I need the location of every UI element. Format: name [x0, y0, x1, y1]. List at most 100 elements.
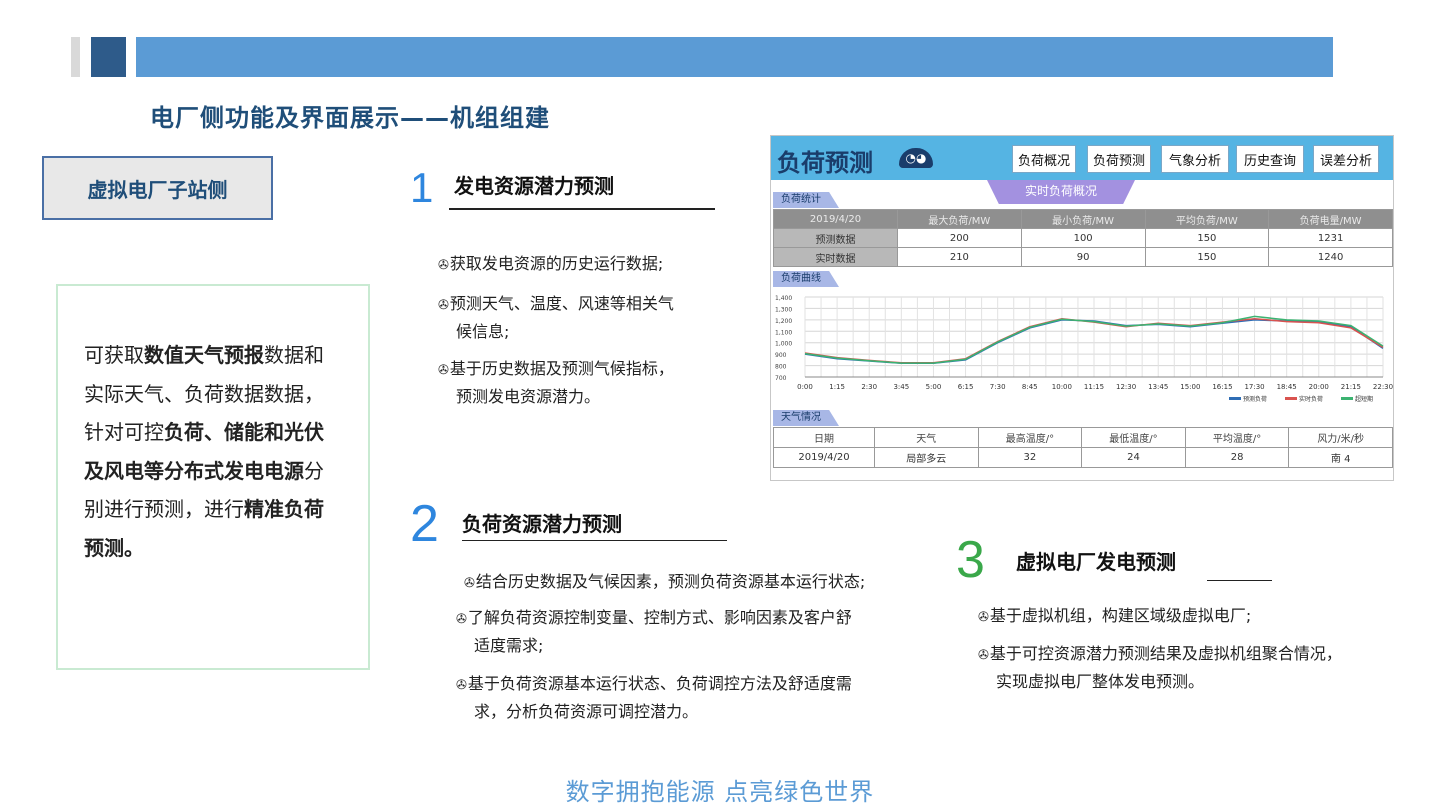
bullet-icon: ✇	[438, 298, 449, 313]
section-1-bullet-1: ✇获取发电资源的历史运行数据;	[438, 251, 728, 279]
tab-weather-analysis[interactable]: 气象分析	[1161, 145, 1229, 173]
screenshot-header: 负荷预测 ◔◕ 负荷概况 负荷预测 气象分析 历史查询 误差分析	[771, 136, 1393, 180]
section-3-bullet-1: ✇基于虚拟机组，构建区域级虚拟电厂;	[978, 603, 1418, 631]
x-tick-label: 15:00	[1180, 383, 1200, 391]
load-forecast-screenshot: 负荷预测 ◔◕ 负荷概况 负荷预测 气象分析 历史查询 误差分析 实时负荷概况 …	[770, 135, 1394, 481]
bullet-icon: ✇	[456, 678, 467, 693]
stats-table: 2019/4/20 最大负荷/MW 最小负荷/MW 平均负荷/MW 负荷电量/M…	[773, 209, 1393, 267]
x-tick-label: 10:00	[1052, 383, 1072, 391]
header-accent-dark	[91, 37, 126, 77]
bullet-icon: ✇	[978, 610, 989, 625]
x-tick-label: 16:15	[1212, 383, 1232, 391]
section-2-bullet-3: ✇基于负荷资源基本运行状态、负荷调控方法及舒适度需 求，分析负荷资源可调控潜力。	[456, 671, 926, 725]
stats-header-date: 2019/4/20	[773, 209, 898, 229]
header-banner	[136, 37, 1333, 77]
weather-cell: 2019/4/20	[773, 447, 875, 468]
weather-table: 日期 天气 最高温度/° 最低温度/° 平均温度/° 风力/米/秒 2019/4…	[773, 427, 1393, 468]
weather-cell: 32	[977, 447, 1083, 468]
weather-cell: 南 4	[1288, 447, 1393, 468]
gauge-icon: ◔◕	[899, 148, 933, 168]
section-2-bullet-2: ✇了解负荷资源控制变量、控制方式、影响因素及客户舒适度需求;	[456, 605, 926, 659]
side-tag: 虚拟电厂子站侧	[42, 156, 273, 220]
legend-label: 预测负荷	[1243, 395, 1267, 403]
bullet-text-cont: 候信息;	[456, 322, 510, 341]
legend-label: 实时负荷	[1299, 395, 1323, 403]
section-2-rule	[462, 540, 727, 541]
section-3-rule	[1207, 580, 1272, 581]
description-text: 可获取数值天气预报数据和实际天气、负荷数据数据， 针对可控负荷、储能和光伏及风电…	[84, 336, 334, 567]
bullet-text-cont: 适度需求;	[474, 636, 544, 655]
weather-header: 风力/米/秒	[1288, 427, 1393, 448]
section-2-title: 负荷资源潜力预测	[462, 512, 622, 536]
bullet-icon: ✇	[438, 363, 449, 378]
description-box: 可获取数值天气预报数据和实际天气、负荷数据数据， 针对可控负荷、储能和光伏及风电…	[56, 284, 370, 670]
weather-header: 天气	[874, 427, 979, 448]
bullet-text-cont: 实现虚拟电厂整体发电预测。	[996, 672, 1205, 691]
legend-label: 超短期	[1355, 395, 1373, 403]
bullet-text: 获取发电资源的历史运行数据;	[449, 254, 664, 273]
section-1-title: 发电资源潜力预测	[454, 174, 614, 198]
realtime-banner: 实时负荷概况	[987, 180, 1135, 204]
bullet-text-cont: 预测发电资源潜力。	[456, 387, 601, 406]
x-tick-label: 22:30	[1373, 383, 1393, 391]
stats-header: 最小负荷/MW	[1020, 209, 1146, 229]
stats-row-label: 预测数据	[773, 228, 898, 248]
y-tick-label: 1,100	[775, 329, 792, 336]
weather-cell: 局部多云	[874, 447, 979, 468]
tab-load-forecast[interactable]: 负荷预测	[1087, 145, 1151, 173]
y-tick-label: 1,000	[775, 341, 792, 348]
tab-history-query[interactable]: 历史查询	[1236, 145, 1304, 173]
curve-tag: 负荷曲线	[773, 271, 839, 287]
x-tick-label: 8:45	[1022, 383, 1038, 391]
stats-header: 负荷电量/MW	[1268, 209, 1393, 229]
x-tick-label: 21:15	[1341, 383, 1361, 391]
x-tick-label: 2:30	[861, 383, 877, 391]
x-tick-label: 20:00	[1309, 383, 1329, 391]
tab-error-analysis[interactable]: 误差分析	[1313, 145, 1379, 173]
y-tick-label: 1,400	[775, 295, 792, 302]
bullet-text: 基于历史数据及预测气候指标，	[449, 359, 674, 378]
stats-cell: 1240	[1268, 247, 1393, 267]
section-1-bullet-2: ✇预测天气、温度、风速等相关气候信息;	[438, 291, 728, 345]
y-tick-label: 800	[775, 364, 787, 371]
stats-cell: 150	[1144, 228, 1270, 248]
weather-cell: 28	[1184, 447, 1290, 468]
section-3-title: 虚拟电厂发电预测	[1016, 550, 1176, 574]
x-tick-label: 1:15	[829, 383, 845, 391]
stats-header: 最大负荷/MW	[897, 209, 1022, 229]
section-3-number: 3	[956, 531, 985, 589]
weather-tag: 天气情况	[773, 410, 839, 426]
x-tick-label: 11:15	[1084, 383, 1104, 391]
stats-cell: 210	[897, 247, 1022, 267]
x-tick-label: 0:00	[797, 383, 813, 391]
bullet-text: 预测天气、温度、风速等相关气	[449, 294, 674, 313]
x-tick-label: 3:45	[893, 383, 909, 391]
desc-bold-1: 数值天气预报	[144, 343, 264, 367]
legend-swatch	[1229, 397, 1241, 400]
x-tick-label: 18:45	[1277, 383, 1297, 391]
y-tick-label: 1,300	[775, 306, 792, 313]
bullet-icon: ✇	[456, 612, 467, 627]
x-tick-label: 13:45	[1148, 383, 1168, 391]
stats-cell: 1231	[1268, 228, 1393, 248]
tab-load-overview[interactable]: 负荷概况	[1012, 145, 1076, 173]
load-curve-chart: 1,400 1,300 1,200 1,100 1,000 900 800 700 0:00 1:…	[775, 295, 1393, 403]
stats-cell: 100	[1020, 228, 1146, 248]
weather-header: 最高温度/°	[977, 427, 1083, 448]
section-1-number: 1	[410, 164, 434, 211]
bullet-text: 了解负荷资源控制变量、控制方式、影响因素及客户舒	[467, 608, 852, 627]
weather-cell: 24	[1081, 447, 1186, 468]
section-2-number: 2	[410, 495, 439, 553]
section-3-bullet-2: ✇基于可控资源潜力预测结果及虚拟机组聚合情况， 实现虚拟电厂整体发电预测。	[978, 641, 1418, 695]
x-tick-label: 6:15	[958, 383, 974, 391]
stats-row-label: 实时数据	[773, 247, 898, 267]
footer-slogan: 数字拥抱能源 点亮绿色世界	[565, 778, 875, 806]
section-2-bullet-1: ✇结合历史数据及气候因素，预测负荷资源基本运行状态;	[464, 569, 934, 597]
bullet-icon: ✇	[978, 648, 989, 663]
x-tick-label: 7:30	[990, 383, 1006, 391]
section-1-rule	[449, 208, 715, 210]
section-1-bullet-3: ✇基于历史数据及预测气候指标， 预测发电资源潜力。	[438, 356, 728, 410]
x-tick-label: 12:30	[1116, 383, 1136, 391]
y-tick-label: 900	[775, 352, 787, 359]
desc-text-1: 可获取	[84, 343, 144, 367]
